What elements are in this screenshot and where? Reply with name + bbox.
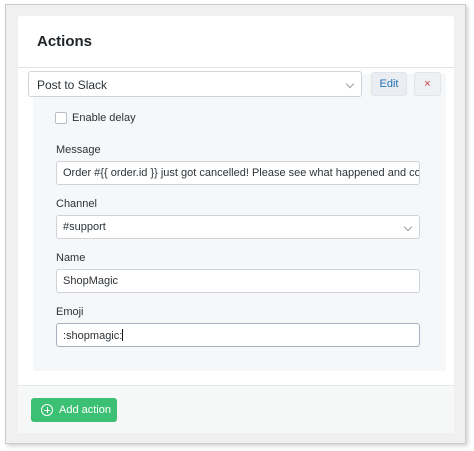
name-input[interactable]: ShopMagic bbox=[56, 269, 420, 293]
title-divider bbox=[18, 67, 454, 68]
plus-circle-icon bbox=[41, 404, 53, 416]
emoji-label: Emoji bbox=[56, 306, 84, 318]
name-label: Name bbox=[56, 252, 86, 264]
emoji-input[interactable]: :shopmagic: bbox=[56, 323, 420, 347]
channel-select[interactable]: #support bbox=[56, 215, 420, 239]
channel-value: #support bbox=[63, 221, 106, 233]
action-type-select[interactable]: Post to Slack bbox=[28, 71, 362, 97]
add-action-label: Add action bbox=[59, 404, 111, 416]
text-caret bbox=[122, 329, 124, 341]
chevron-down-icon bbox=[345, 79, 355, 89]
emoji-value: :shopmagic: bbox=[63, 330, 123, 342]
enable-delay-checkbox[interactable] bbox=[55, 112, 67, 124]
message-input[interactable]: Order #{{ order.id }} just got cancelled… bbox=[56, 161, 420, 185]
action-type-value: Post to Slack bbox=[37, 78, 108, 92]
edit-button[interactable]: Edit bbox=[371, 72, 407, 96]
channel-label: Channel bbox=[56, 198, 97, 210]
remove-action-button[interactable]: × bbox=[414, 72, 441, 96]
message-label: Message bbox=[56, 144, 101, 156]
enable-delay-label: Enable delay bbox=[72, 112, 136, 124]
section-title: Actions bbox=[37, 33, 93, 50]
add-action-button[interactable]: Add action bbox=[31, 398, 117, 422]
chevron-down-icon bbox=[403, 222, 413, 232]
